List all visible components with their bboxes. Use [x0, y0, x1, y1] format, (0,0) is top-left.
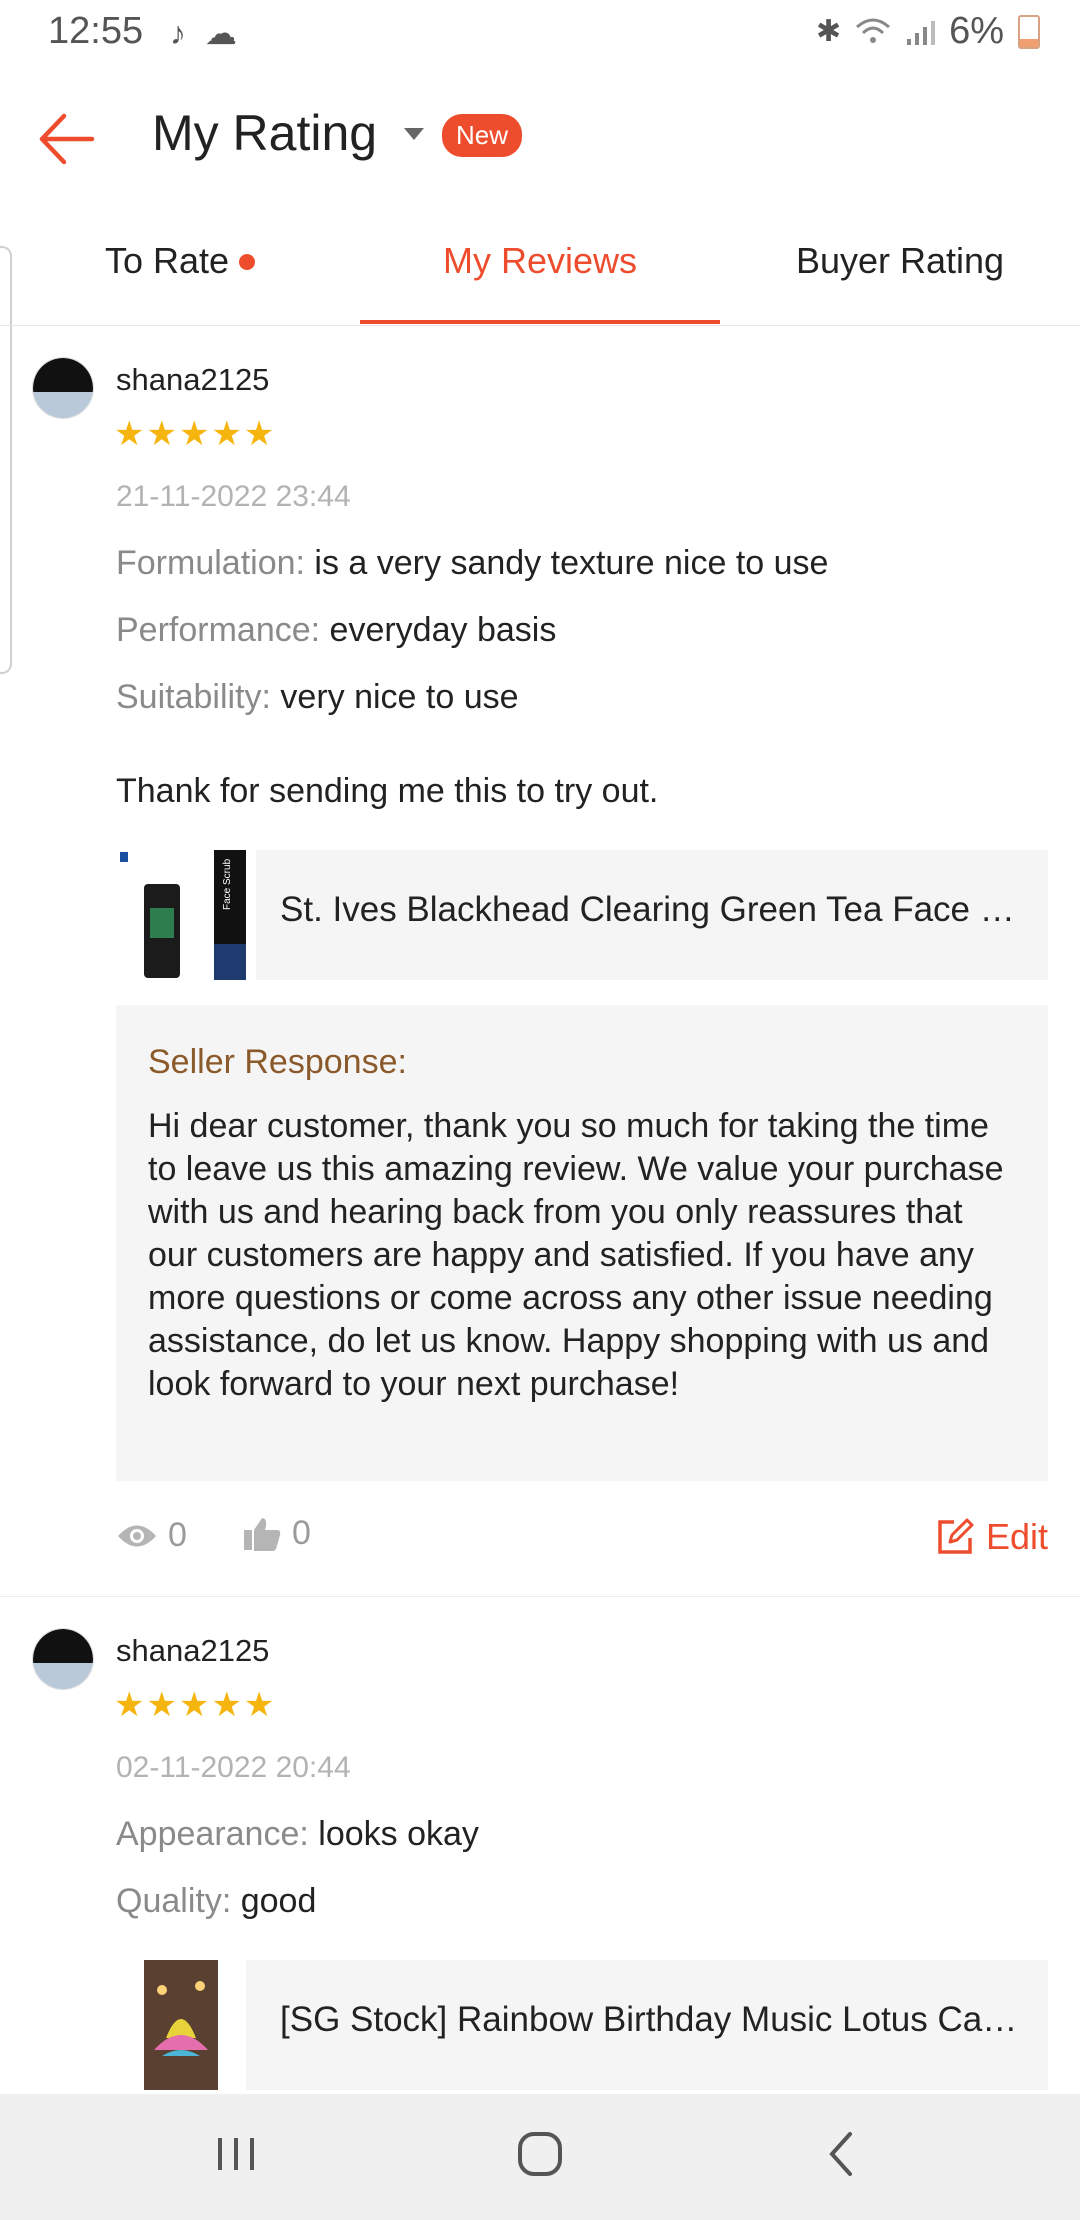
system-back-button[interactable]	[802, 2124, 882, 2184]
battery-icon	[1018, 14, 1040, 49]
edit-label: Edit	[985, 1516, 1048, 1557]
edit-icon	[938, 1518, 974, 1554]
back-arrow-icon	[39, 113, 95, 165]
page-title[interactable]: My Rating	[152, 104, 377, 162]
attribute-value: is a very sandy texture nice to use	[304, 544, 829, 582]
wifi-icon	[856, 18, 891, 43]
signal-icon	[907, 20, 936, 45]
tab-label: To Rate	[104, 240, 230, 281]
tab-my-reviews[interactable]: My Reviews	[360, 240, 720, 324]
attribute-key: Formulation:	[116, 544, 305, 582]
attribute-value: looks okay	[308, 1815, 479, 1853]
notification-icons: ♪ ☁	[170, 14, 237, 52]
attribute-value: everyday basis	[320, 611, 557, 649]
tab-label: My Reviews	[442, 240, 638, 281]
product-card[interactable]: Face Scrub St. Ives Blackhead Clearing G…	[116, 850, 1048, 980]
review-username: shana2125	[116, 1633, 270, 1668]
review-attribute: Performance: everyday basis	[116, 611, 556, 650]
tab-buyer-rating[interactable]: Buyer Rating	[720, 240, 1080, 324]
product-name: St. Ives Blackhead Clearing Green Tea Fa…	[280, 890, 1020, 929]
home-icon	[518, 2132, 562, 2176]
product-thumbnail-image	[144, 1960, 218, 2090]
attribute-value: good	[231, 1882, 317, 1920]
new-badge: New	[442, 114, 523, 157]
active-tab-indicator	[360, 320, 720, 324]
recent-apps-icon	[218, 2138, 254, 2170]
review-attribute: Formulation: is a very sandy texture nic…	[116, 544, 828, 583]
avatar[interactable]	[32, 1628, 94, 1690]
tab-label: Buyer Rating	[795, 240, 1005, 281]
review-username: shana2125	[116, 362, 270, 397]
eye-icon	[118, 1525, 156, 1546]
star-rating: ★★★★★	[114, 415, 277, 453]
back-button[interactable]	[34, 106, 100, 172]
product-thumbnail-image: Face Scrub	[116, 850, 256, 980]
music-note-icon: ♪	[170, 15, 186, 51]
view-count: 0	[116, 1516, 187, 1555]
status-right: ✱ 6%	[816, 10, 1040, 53]
attribute-value: very nice to use	[270, 678, 519, 716]
unread-dot	[239, 254, 256, 270]
view-count-value: 0	[168, 1516, 187, 1554]
edit-button[interactable]: Edit	[936, 1516, 1048, 1558]
product-name: [SG Stock] Rainbow Birthday Music Lotus …	[280, 2000, 1020, 2039]
like-button[interactable]: 0	[242, 1514, 311, 1553]
seller-response-box: Seller Response: Hi dear customer, thank…	[116, 1005, 1048, 1481]
status-bar: 12:55 ♪ ☁ ✱ 6%	[0, 0, 1080, 66]
review-attribute: Appearance: looks okay	[116, 1815, 479, 1854]
system-navigation-bar	[0, 2094, 1080, 2220]
star-rating: ★★★★★	[114, 1686, 277, 1724]
product-card[interactable]: [SG Stock] Rainbow Birthday Music Lotus …	[246, 1960, 1048, 2090]
review-date: 02-11-2022 20:44	[116, 1751, 351, 1784]
status-time: 12:55	[48, 10, 144, 52]
cloud-icon: ☁	[204, 15, 237, 51]
review-attribute: Suitability: very nice to use	[116, 678, 519, 717]
dropdown-caret-icon[interactable]	[404, 128, 424, 140]
thumbs-up-icon	[244, 1517, 281, 1551]
svg-text:Face Scrub: Face Scrub	[222, 858, 233, 910]
attribute-key: Suitability:	[116, 678, 271, 716]
divider	[0, 1596, 1080, 1597]
seller-response-label: Seller Response:	[148, 1043, 407, 1081]
recent-apps-button[interactable]	[196, 2124, 276, 2184]
attribute-key: Performance:	[116, 611, 321, 649]
bluetooth-icon: ✱	[815, 15, 842, 48]
chevron-left-icon	[829, 2132, 852, 2176]
attribute-key: Appearance:	[116, 1815, 309, 1853]
battery-percent: 6%	[949, 10, 1004, 52]
divider	[0, 325, 1080, 326]
avatar[interactable]	[32, 357, 94, 419]
seller-response-text: Hi dear customer, thank you so much for …	[148, 1107, 1004, 1403]
tab-to-rate[interactable]: To Rate	[0, 240, 360, 324]
review-date: 21-11-2022 23:44	[116, 480, 351, 513]
review-comment: Thank for sending me this to try out.	[116, 772, 659, 810]
review-attribute: Quality: good	[116, 1882, 316, 1921]
attribute-key: Quality:	[116, 1882, 232, 1920]
home-button[interactable]	[500, 2124, 580, 2184]
like-count: 0	[292, 1514, 311, 1552]
